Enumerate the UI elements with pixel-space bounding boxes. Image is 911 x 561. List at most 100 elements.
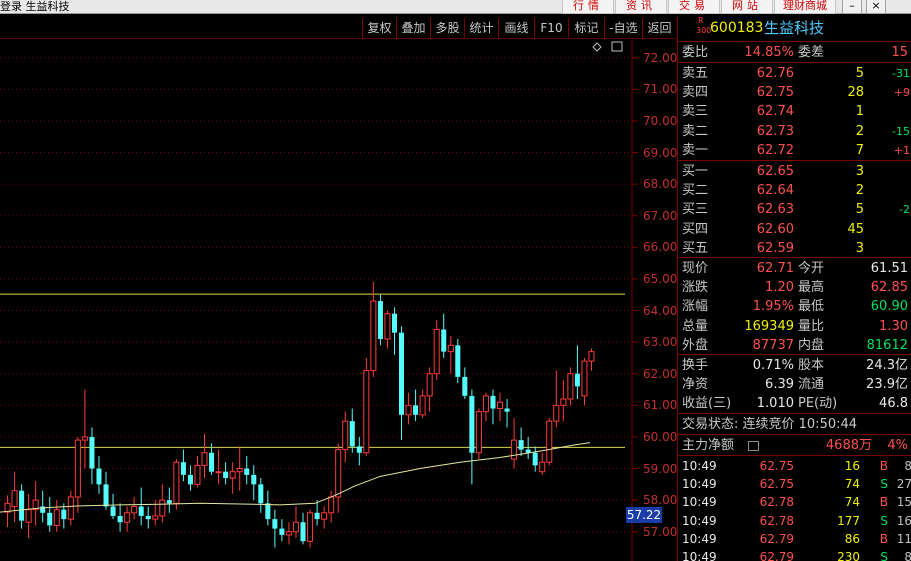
quote-value: 60.90	[870, 299, 908, 315]
quote-value: 62.71	[756, 261, 794, 276]
weibi-row: 委比 14.85% 委差 15	[678, 43, 911, 62]
f10-button[interactable]: F10	[534, 18, 568, 38]
candle-body-up	[215, 471, 222, 474]
candle-body-up	[553, 404, 560, 422]
bids-label: 买五	[682, 240, 709, 256]
candle-body-down	[413, 405, 419, 415]
main-flow-value: 4688万	[825, 438, 872, 453]
candle-body-up	[236, 468, 243, 473]
stats-label: 流通	[798, 377, 825, 393]
draw-line-button[interactable]: 画线	[498, 18, 534, 38]
bids-level: 买二 62.64 2	[678, 181, 911, 200]
quote-row: 外盘 87737 内盘 81612	[678, 336, 911, 355]
quote-label: 总量	[682, 318, 709, 334]
stats-row: 收益(三) 1.010 PE(动) 46.8	[678, 394, 911, 413]
candle-body-down	[209, 452, 215, 472]
candle-body-up	[511, 439, 518, 460]
candle-body-down	[47, 512, 53, 526]
nav-market[interactable]: 行情	[562, 0, 614, 14]
candle-body-down	[89, 436, 95, 469]
y-tick-label: 67.00	[643, 208, 678, 223]
square-icon	[611, 41, 623, 52]
asks-label: 卖三	[682, 104, 709, 120]
candle-body-up	[74, 439, 81, 498]
tick-count: 27	[896, 477, 911, 492]
tick-count: 8	[904, 459, 911, 473]
candle-body-down	[490, 395, 496, 409]
statistics-button[interactable]: 统计	[464, 18, 498, 38]
tick-price: 62.78	[759, 495, 794, 510]
nav-website[interactable]: 网站	[721, 0, 773, 14]
quote-label: 涨幅	[682, 299, 709, 315]
overlay-button[interactable]: 叠加	[396, 18, 430, 38]
y-tick-label: 70.00	[643, 113, 678, 128]
main-flow-pct: 4%	[887, 438, 908, 453]
candle-body-down	[391, 313, 397, 333]
candle-body-down	[377, 301, 383, 339]
bids-volume: 2	[855, 183, 864, 199]
kline-canvas[interactable]	[0, 40, 676, 561]
stats-value: 1.010	[756, 396, 794, 412]
multi-stock-button[interactable]: 多股	[430, 18, 464, 38]
asks-change: +9	[893, 86, 910, 100]
list-icon[interactable]	[748, 441, 759, 451]
candle-body-down	[180, 462, 186, 475]
y-tick-label: 58.00	[643, 493, 678, 508]
asks-label: 卖四	[682, 85, 709, 101]
back-button[interactable]: 返回	[642, 18, 676, 38]
close-button[interactable]: ×	[866, 0, 886, 14]
restore-rights-button[interactable]: 复权	[362, 18, 396, 38]
price-marker: 57.22	[626, 507, 662, 523]
stats-value: 46.8	[879, 396, 908, 412]
candle-body-down	[518, 440, 524, 450]
candle-body-down	[574, 373, 580, 387]
stats-value: 6.39	[765, 377, 794, 393]
quote-label: 今开	[798, 261, 825, 276]
candle-body-down	[223, 471, 229, 479]
nav-mall[interactable]: 理财商城	[774, 0, 836, 14]
tick-direction: S	[880, 477, 888, 492]
candle-body-up	[342, 420, 349, 451]
minimize-button[interactable]: –	[842, 0, 862, 14]
tick-price: 62.75	[759, 459, 794, 473]
candle-body-up	[363, 370, 370, 454]
asks-level: 卖二 62.73 2 -15	[678, 122, 911, 141]
candle-body-up	[546, 420, 553, 463]
tick-time: 10:49	[682, 531, 717, 546]
candle-body-up	[335, 449, 342, 498]
asks-volume: 2	[855, 123, 864, 139]
quote-value: 1.30	[879, 318, 908, 334]
tick-price: 62.75	[759, 477, 794, 492]
asks-label: 卖五	[682, 66, 709, 81]
bids-price: 62.65	[756, 164, 794, 179]
candle-body-up	[567, 373, 574, 400]
tick-price: 62.78	[759, 513, 794, 528]
nav-news[interactable]: 资讯	[615, 0, 667, 14]
candle-body-up	[447, 344, 454, 353]
quote-value: 1.95%	[752, 299, 794, 315]
candle-body-up	[588, 351, 595, 362]
tick-volume: 16	[844, 459, 860, 473]
favorite-button[interactable]: -自选	[604, 18, 642, 38]
quote-label: 量比	[798, 318, 825, 334]
bids-volume: 5	[855, 202, 864, 218]
candle-body-down	[166, 500, 172, 504]
candle-body-up	[194, 464, 201, 485]
candle-body-down	[19, 490, 25, 521]
tick-volume: 86	[844, 531, 860, 546]
mark-button[interactable]: 标记	[568, 18, 604, 38]
asks-level: 卖四 62.75 28 +9	[678, 83, 911, 102]
tick-direction: S	[880, 550, 888, 561]
candle-body-up	[581, 360, 588, 397]
asks-price: 62.72	[756, 142, 794, 158]
asks-level: 卖三 62.74 1	[678, 102, 911, 121]
kline-chart[interactable]: 72.00 71.00 70.00 69.00 68.00 67.00 66.00 65.00…	[0, 40, 678, 561]
asks-price: 62.76	[756, 66, 794, 81]
nav-trade[interactable]: 交易	[668, 0, 720, 14]
bids-label: 买四	[682, 221, 709, 237]
candle-body-up	[560, 398, 567, 406]
candle-body-down	[399, 332, 405, 415]
quote-row: 总量 169349 量比 1.30	[678, 317, 911, 336]
candle-body-down	[455, 345, 461, 377]
bids-level: 买五 62.59 3	[678, 239, 911, 258]
